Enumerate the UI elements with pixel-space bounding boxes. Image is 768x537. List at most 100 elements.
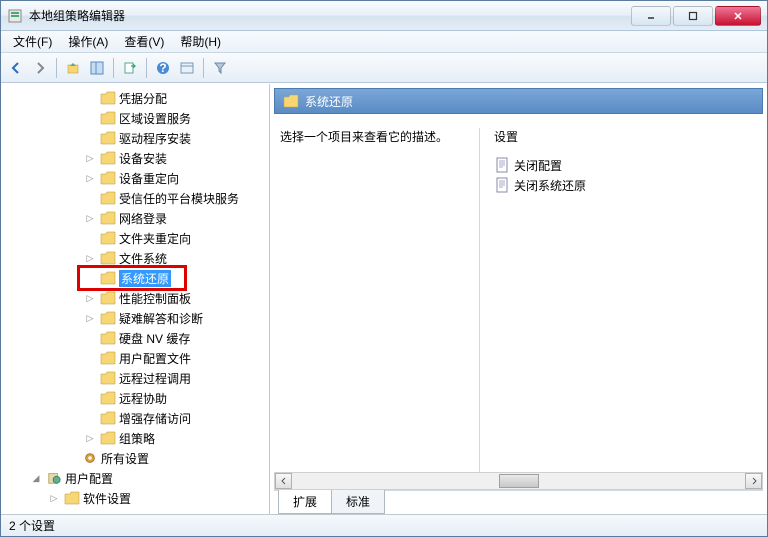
- setting-item[interactable]: 关闭系统还原: [494, 175, 757, 195]
- titlebar[interactable]: 本地组策略编辑器: [1, 1, 767, 31]
- tree-node[interactable]: ▷软件设置: [1, 488, 269, 508]
- content-header: 系统还原: [274, 88, 763, 114]
- tree-node[interactable]: 驱动程序安装: [1, 128, 269, 148]
- tab-standard[interactable]: 标准: [331, 490, 385, 514]
- tree-expander-icon[interactable]: [83, 391, 97, 405]
- tree-expander-icon[interactable]: [83, 231, 97, 245]
- menu-file[interactable]: 文件(F): [5, 31, 60, 52]
- forward-button[interactable]: [29, 57, 51, 79]
- scroll-thumb[interactable]: [499, 474, 539, 488]
- right-panel: 系统还原 选择一个项目来查看它的描述。 设置 关闭配置关闭系统还原 扩展 标准: [270, 84, 767, 514]
- tree-node-label: 网络登录: [119, 210, 167, 227]
- tree-node[interactable]: ▷ 设备重定向: [1, 168, 269, 188]
- minimize-button[interactable]: [631, 6, 671, 26]
- tree-expander-icon[interactable]: [83, 131, 97, 145]
- menu-action[interactable]: 操作(A): [60, 31, 116, 52]
- tree-node-label: 设备安装: [119, 150, 167, 167]
- tree-node[interactable]: 远程协助: [1, 388, 269, 408]
- statusbar: 2 个设置: [1, 514, 767, 536]
- tree-node[interactable]: ◢ 用户配置: [1, 468, 269, 488]
- tree-expander-icon[interactable]: ▷: [83, 251, 97, 265]
- maximize-button[interactable]: [673, 6, 713, 26]
- main-area: 凭据分配区域设置服务驱动程序安装 ▷ 设备安装 ▷ 设备重定向受信任的平台模块服务 ▷ 网络…: [1, 83, 767, 514]
- folder-icon: [283, 94, 299, 108]
- tree-node[interactable]: 凭据分配: [1, 88, 269, 108]
- tree-expander-icon[interactable]: ▷: [83, 291, 97, 305]
- tree-node[interactable]: ▷ 设备安装: [1, 148, 269, 168]
- toolbar-separator: [146, 58, 147, 78]
- up-button[interactable]: [62, 57, 84, 79]
- content-header-title: 系统还原: [305, 93, 353, 110]
- tab-extended[interactable]: 扩展: [278, 490, 332, 514]
- tree-expander-icon[interactable]: [65, 451, 79, 465]
- tree-node[interactable]: 所有设置: [1, 448, 269, 468]
- tree-node[interactable]: 区域设置服务: [1, 108, 269, 128]
- tree-panel[interactable]: 凭据分配区域设置服务驱动程序安装 ▷ 设备安装 ▷ 设备重定向受信任的平台模块服务 ▷ 网络…: [1, 84, 270, 514]
- setting-item-icon: [494, 177, 510, 193]
- toolbar: ?: [1, 53, 767, 83]
- setting-item-label: 关闭系统还原: [514, 177, 586, 194]
- tree-expander-icon[interactable]: [83, 411, 97, 425]
- tree-expander-icon[interactable]: [83, 271, 97, 285]
- tree-expander-icon[interactable]: [83, 351, 97, 365]
- tree-node-label: 设备重定向: [119, 170, 179, 187]
- show-hide-tree-button[interactable]: [86, 57, 108, 79]
- settings-column-header[interactable]: 设置: [494, 128, 757, 145]
- tree-node[interactable]: 受信任的平台模块服务: [1, 188, 269, 208]
- description-column: 选择一个项目来查看它的描述。: [280, 128, 480, 472]
- svg-text:?: ?: [159, 61, 166, 75]
- tree-node-label: 组策略: [119, 430, 155, 447]
- tree-expander-icon[interactable]: [83, 91, 97, 105]
- tree-node[interactable]: 远程过程调用: [1, 368, 269, 388]
- export-button[interactable]: [119, 57, 141, 79]
- tree-node-label: 区域设置服务: [119, 110, 191, 127]
- toolbar-separator: [113, 58, 114, 78]
- filter-button[interactable]: [209, 57, 231, 79]
- toolbar-separator: [203, 58, 204, 78]
- help-button[interactable]: ?: [152, 57, 174, 79]
- tree-expander-icon[interactable]: ▷: [47, 491, 61, 505]
- setting-item[interactable]: 关闭配置: [494, 155, 757, 175]
- tree-node[interactable]: 系统还原: [1, 268, 269, 288]
- tree-node-label: 远程协助: [119, 390, 167, 407]
- tree-expander-icon[interactable]: ▷: [83, 171, 97, 185]
- tree-node-label: 用户配置: [65, 470, 113, 487]
- tree-node[interactable]: ▷ 文件系统: [1, 248, 269, 268]
- tree-node-label: 硬盘 NV 缓存: [119, 330, 190, 347]
- tree-node-label: 凭据分配: [119, 90, 167, 107]
- tree-node[interactable]: 硬盘 NV 缓存: [1, 328, 269, 348]
- tree-node[interactable]: 用户配置文件: [1, 348, 269, 368]
- tree-node[interactable]: ▷ 组策略: [1, 428, 269, 448]
- settings-column: 设置 关闭配置关闭系统还原: [480, 128, 757, 472]
- tree-node[interactable]: ▷ 网络登录: [1, 208, 269, 228]
- description-text: 选择一个项目来查看它的描述。: [280, 128, 463, 145]
- tree-expander-icon[interactable]: [83, 331, 97, 345]
- tree-node-label: 所有设置: [101, 450, 149, 467]
- horizontal-scrollbar[interactable]: [274, 472, 763, 490]
- scroll-right-button[interactable]: [745, 473, 762, 489]
- tree-node-label: 用户配置文件: [119, 350, 191, 367]
- tree-node[interactable]: ▷性能控制面板: [1, 288, 269, 308]
- tree-expander-icon[interactable]: ▷: [83, 151, 97, 165]
- content-body: 选择一个项目来查看它的描述。 设置 关闭配置关闭系统还原: [270, 114, 767, 472]
- back-button[interactable]: [5, 57, 27, 79]
- tree-node-label: 文件系统: [119, 250, 167, 267]
- tree-node[interactable]: 增强存储访问: [1, 408, 269, 428]
- close-button[interactable]: [715, 6, 761, 26]
- tree-expander-icon[interactable]: [83, 371, 97, 385]
- tree-node[interactable]: 文件夹重定向: [1, 228, 269, 248]
- tree-expander-icon[interactable]: ▷: [83, 311, 97, 325]
- menu-help[interactable]: 帮助(H): [172, 31, 229, 52]
- properties-button[interactable]: [176, 57, 198, 79]
- tree-node[interactable]: ▷疑难解答和诊断: [1, 308, 269, 328]
- window: 本地组策略编辑器 文件(F) 操作(A) 查看(V) 帮助(H) ? 凭据分配区…: [0, 0, 768, 537]
- tree-expander-icon[interactable]: ▷: [83, 211, 97, 225]
- tree-expander-icon[interactable]: ◢: [29, 471, 43, 485]
- tree-node-label: 增强存储访问: [119, 410, 191, 427]
- menubar: 文件(F) 操作(A) 查看(V) 帮助(H): [1, 31, 767, 53]
- tree-expander-icon[interactable]: ▷: [83, 431, 97, 445]
- tree-expander-icon[interactable]: [83, 191, 97, 205]
- tree-expander-icon[interactable]: [83, 111, 97, 125]
- scroll-left-button[interactable]: [275, 473, 292, 489]
- menu-view[interactable]: 查看(V): [116, 31, 172, 52]
